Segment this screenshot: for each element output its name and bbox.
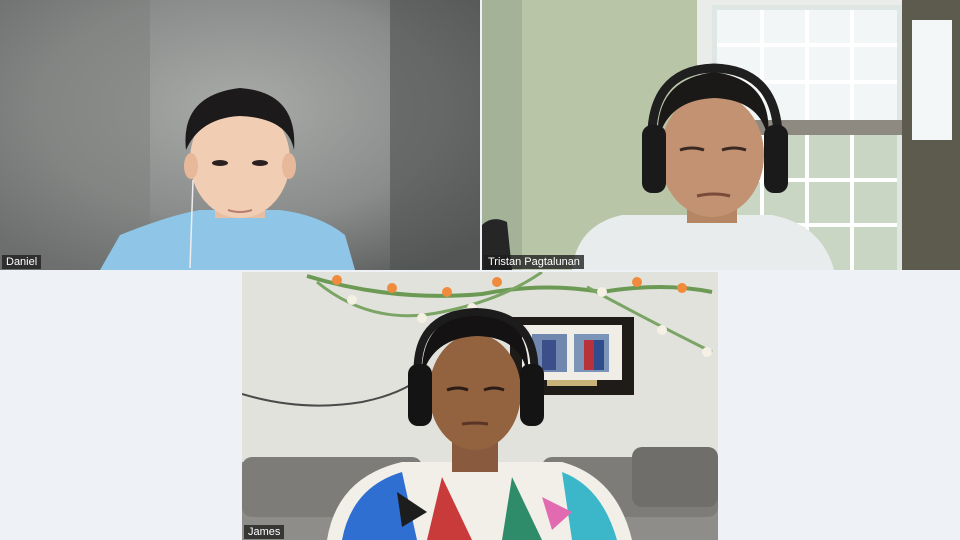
participant-video-james (242, 272, 718, 540)
participant-tile-tristan-pagtalunan[interactable]: Tristan Pagtalunan (482, 0, 960, 270)
participant-name-label: Tristan Pagtalunan (484, 255, 584, 269)
participant-video-daniel (0, 0, 480, 270)
participant-video-tristan-pagtalunan (482, 0, 960, 270)
participant-name-label: Daniel (2, 255, 42, 269)
participant-tile-daniel[interactable]: Daniel (0, 0, 480, 270)
video-gallery: Daniel Tristan Pagtalunan James (0, 0, 960, 540)
participant-tile-james[interactable]: James (242, 272, 718, 540)
participant-name-label: James (244, 525, 285, 539)
